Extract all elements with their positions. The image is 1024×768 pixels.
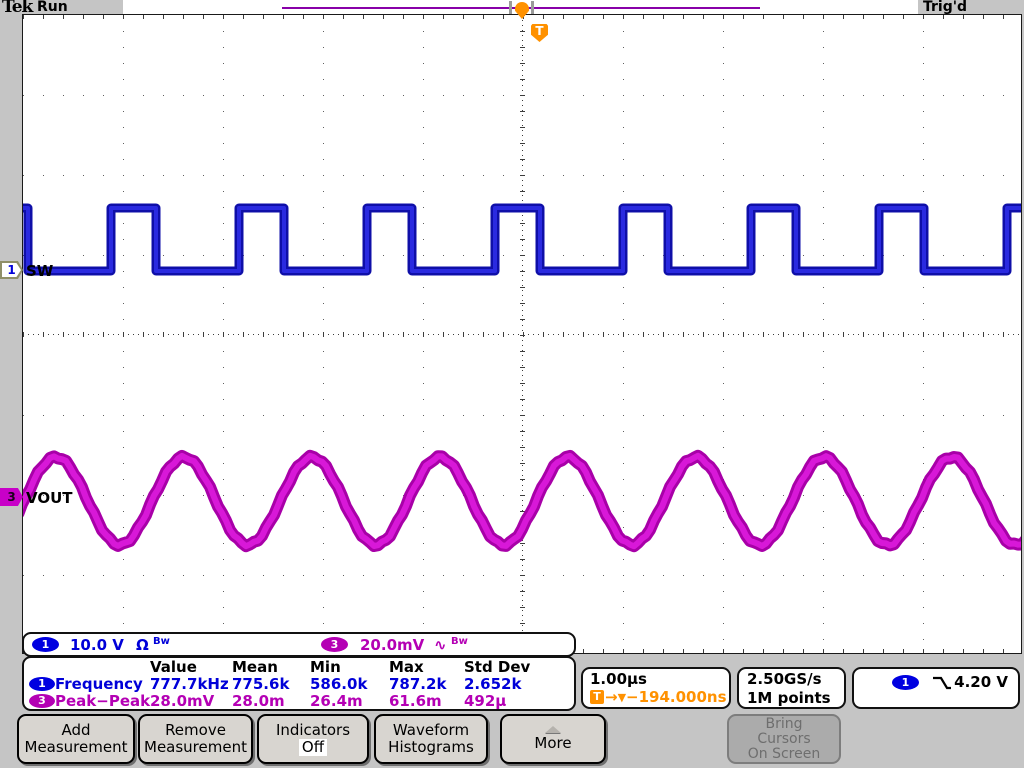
trigger-t-icon: T <box>590 690 604 704</box>
trigger-marker-arrow-icon <box>516 12 528 19</box>
ch1-waveform <box>23 208 1021 271</box>
top-status-bar: Tek Run Trig'd <box>0 0 1024 14</box>
measurement-min: 26.4m <box>310 692 363 710</box>
measurement-std: 492µ <box>464 692 506 710</box>
button-label: Histograms <box>376 739 486 756</box>
channel3-bandwidth-icon: Bw <box>451 636 468 647</box>
trigger-position-value: −194.000ns <box>626 688 727 706</box>
trigger-position-readout: T → ▼ −194.000ns <box>590 688 729 706</box>
record-trigger-position-icon[interactable] <box>509 0 535 20</box>
measurement-name: Frequency <box>55 675 143 693</box>
measurement-name: Peak−Peak <box>55 692 150 710</box>
measurement-max: 61.6m <box>389 692 442 710</box>
button-label: More <box>502 735 604 752</box>
measurement-std: 2.652k <box>464 675 521 693</box>
channel3-badge[interactable]: 3 <box>321 637 348 652</box>
channel3-badge: 3 <box>29 694 55 708</box>
channel3-position-marker[interactable]: 3 <box>0 488 23 506</box>
bracket-right-icon <box>531 1 534 14</box>
button-label: Remove <box>140 722 251 739</box>
button-label: Bring <box>729 717 839 732</box>
channel1-badge[interactable]: 1 <box>32 637 59 652</box>
channel-scale-readout: 1 10.0 V Ω Bw 3 20.0mV ∿ Bw <box>22 632 576 657</box>
measurement-row-frequency: 1 Frequency 777.7kHz 775.6k 586.0k 787.2… <box>24 675 574 693</box>
marker-down-icon: ▼ <box>618 691 626 704</box>
tek-logo: Tek <box>2 0 32 17</box>
channel1-bandwidth-icon: Bw <box>153 636 170 647</box>
channel3-scale: 20.0mV <box>360 636 424 654</box>
measurement-max: 787.2k <box>389 675 446 693</box>
button-label: Add <box>19 722 133 739</box>
bring-cursors-on-screen-button[interactable]: Bring Cursors On Screen <box>727 714 841 764</box>
more-button[interactable]: More <box>500 714 606 764</box>
trigger-marker-icon <box>515 2 529 12</box>
indicators-off-button[interactable]: Indicators Off <box>257 714 369 764</box>
channel3-waveform-label: VOUT <box>26 489 73 507</box>
channel1-badge: 1 <box>29 677 55 691</box>
caret-up-icon <box>545 726 561 733</box>
measurement-mean: 28.0m <box>232 692 285 710</box>
graticule <box>22 14 1022 654</box>
column-header-min: Min <box>310 658 341 676</box>
measurement-min: 586.0k <box>310 675 367 693</box>
acquisition-status: Run <box>37 0 68 15</box>
channel3-coupling-icon: ∿ <box>434 636 447 654</box>
record-length: 1M points <box>747 689 844 708</box>
measurement-value: 28.0mV <box>150 692 214 710</box>
sample-rate: 2.50GS/s <box>747 670 844 689</box>
column-header-mean: Mean <box>232 658 278 676</box>
measurement-row-peak-peak: 3 Peak−Peak 28.0mV 28.0m 26.4m 61.6m 492… <box>24 692 574 710</box>
button-state-highlighted: Off <box>299 739 327 756</box>
waveform-display <box>23 15 1021 653</box>
measurement-value: 777.7kHz <box>150 675 229 693</box>
falling-edge-icon <box>930 674 954 692</box>
channel1-coupling-icon: Ω <box>136 636 149 654</box>
timebase-readout: 1.00µs T → ▼ −194.000ns <box>581 667 731 709</box>
trigger-source-badge: 1 <box>892 675 919 690</box>
trigger-readout: 1 4.20 V <box>852 667 1020 709</box>
channel1-position-marker[interactable]: 1 <box>0 261 23 279</box>
trigger-level: 4.20 V <box>954 673 1008 691</box>
measurement-table: Value Mean Min Max Std Dev 1 Frequency 7… <box>22 656 576 711</box>
channel1-waveform-label: SW <box>26 262 53 280</box>
column-header-max: Max <box>389 658 424 676</box>
bracket-left-icon <box>509 1 512 14</box>
button-label: Cursors <box>729 732 839 747</box>
channel1-marker-label: 1 <box>2 263 21 277</box>
arrow-right-icon: → <box>605 688 618 706</box>
timebase-scale: 1.00µs <box>590 670 729 688</box>
button-label: Measurement <box>140 739 251 756</box>
trigger-status: Trig'd <box>923 0 967 15</box>
button-label: Waveform <box>376 722 486 739</box>
column-header-stddev: Std Dev <box>464 658 530 676</box>
column-header-value: Value <box>150 658 197 676</box>
add-measurement-button[interactable]: Add Measurement <box>17 714 135 764</box>
waveform-histograms-button[interactable]: Waveform Histograms <box>374 714 488 764</box>
button-label: Indicators <box>259 722 367 739</box>
button-label: Measurement <box>19 739 133 756</box>
measurement-mean: 775.6k <box>232 675 289 693</box>
channel1-scale: 10.0 V <box>70 636 124 654</box>
remove-measurement-button[interactable]: Remove Measurement <box>138 714 253 764</box>
ch1-waveform-core <box>23 208 1021 271</box>
acquisition-readout: 2.50GS/s 1M points <box>737 667 846 709</box>
button-label: On Screen <box>729 747 839 762</box>
